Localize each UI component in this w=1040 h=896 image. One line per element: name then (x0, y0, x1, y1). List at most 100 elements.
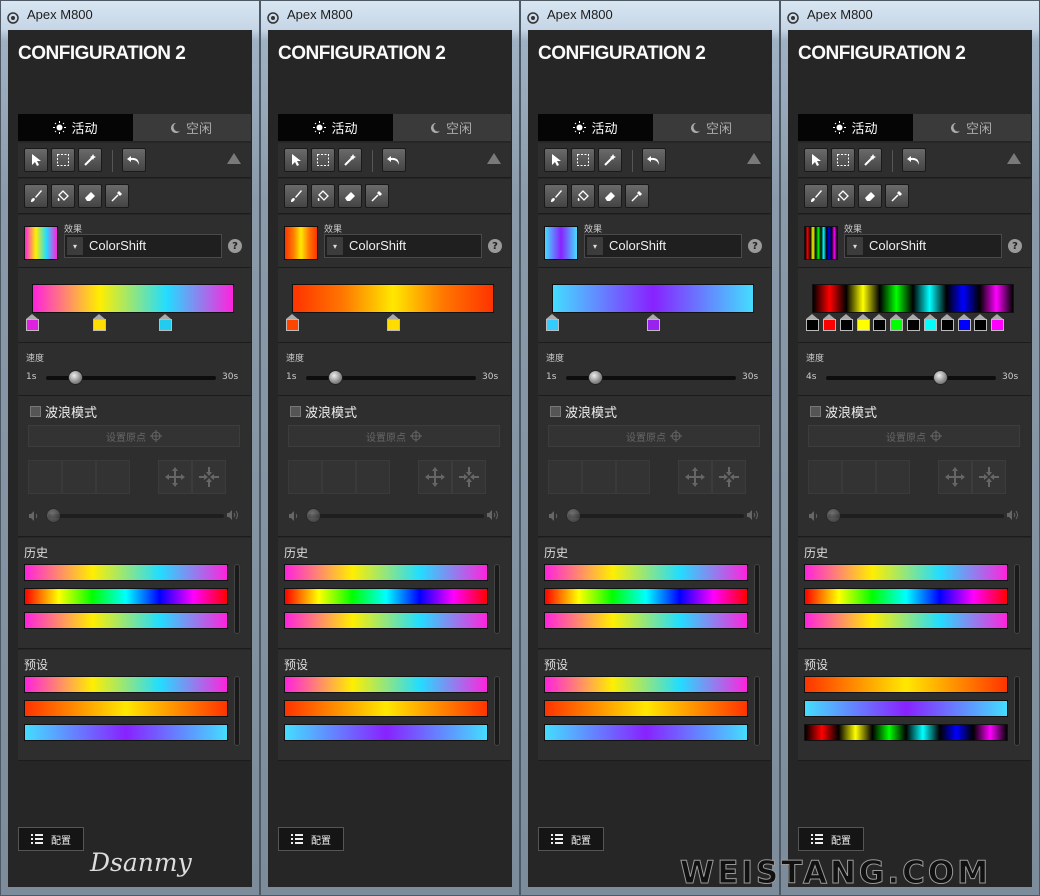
gradient-stop[interactable] (974, 314, 988, 331)
fill-bucket-button[interactable] (831, 184, 855, 208)
gradient-stop[interactable] (839, 314, 853, 331)
brush-button[interactable] (804, 184, 828, 208)
wave-speed-slider-knob[interactable] (46, 508, 61, 523)
set-origin-button[interactable]: 设置原点 (288, 425, 500, 447)
collapse-triangle-icon[interactable] (227, 153, 241, 164)
config-button[interactable]: 配置 (538, 827, 604, 851)
wave-direction-box[interactable] (582, 460, 616, 494)
presets-scrollbar[interactable] (234, 676, 240, 746)
effect-thumbnail[interactable] (284, 226, 318, 260)
preset-item[interactable] (24, 676, 228, 693)
gradient-bar[interactable] (292, 284, 494, 313)
history-item[interactable] (24, 564, 228, 581)
history-item[interactable] (544, 564, 748, 581)
collapse-triangle-icon[interactable] (747, 153, 761, 164)
eyedropper-button[interactable] (105, 184, 129, 208)
undo-button[interactable] (642, 148, 666, 172)
wave-direction-box[interactable] (288, 460, 322, 494)
effect-select[interactable]: ▾ ColorShift (324, 234, 482, 258)
effect-thumbnail[interactable] (544, 226, 578, 260)
gradient-stop[interactable] (159, 314, 173, 331)
wave-direction-box[interactable] (28, 460, 62, 494)
wave-direction-box[interactable] (616, 460, 650, 494)
expand-button[interactable] (418, 460, 452, 494)
tab-active[interactable]: 活动 (798, 114, 913, 141)
config-button[interactable]: 配置 (278, 827, 344, 851)
preset-item[interactable] (24, 700, 228, 717)
speed-slider-knob[interactable] (67, 370, 83, 385)
speed-slider-knob[interactable] (932, 370, 948, 385)
gradient-stop[interactable] (907, 314, 920, 331)
brush-button[interactable] (284, 184, 308, 208)
presets-scrollbar[interactable] (494, 676, 500, 746)
history-scrollbar[interactable] (494, 564, 500, 634)
history-item[interactable] (284, 588, 488, 605)
speed-slider-knob[interactable] (327, 370, 343, 385)
effect-select[interactable]: ▾ ColorShift (64, 234, 222, 258)
wave-speed-slider-knob[interactable] (826, 508, 841, 523)
history-item[interactable] (284, 612, 488, 629)
preset-item[interactable] (284, 676, 488, 693)
preset-item[interactable] (804, 700, 1008, 717)
fill-bucket-button[interactable] (571, 184, 595, 208)
set-origin-button[interactable]: 设置原点 (28, 425, 240, 447)
preset-item[interactable] (804, 676, 1008, 693)
help-icon[interactable]: ? (1008, 239, 1022, 253)
contract-button[interactable] (192, 460, 226, 494)
history-item[interactable] (804, 588, 1008, 605)
collapse-triangle-icon[interactable] (1007, 153, 1021, 164)
pointer-button[interactable] (804, 148, 828, 172)
expand-button[interactable] (678, 460, 712, 494)
brush-button[interactable] (24, 184, 48, 208)
marquee-select-button[interactable] (571, 148, 595, 172)
expand-button[interactable] (938, 460, 972, 494)
preset-item[interactable] (284, 724, 488, 741)
set-origin-button[interactable]: 设置原点 (808, 425, 1020, 447)
fill-bucket-button[interactable] (311, 184, 335, 208)
presets-scrollbar[interactable] (1014, 676, 1020, 746)
history-item[interactable] (284, 564, 488, 581)
wave-mode-checkbox[interactable] (810, 406, 821, 417)
undo-button[interactable] (122, 148, 146, 172)
collapse-triangle-icon[interactable] (487, 153, 501, 164)
wave-direction-box[interactable] (842, 460, 876, 494)
contract-button[interactable] (452, 460, 486, 494)
wave-direction-box[interactable] (808, 460, 842, 494)
magic-wand-button[interactable] (598, 148, 622, 172)
effect-select[interactable]: ▾ ColorShift (844, 234, 1002, 258)
undo-button[interactable] (902, 148, 926, 172)
tab-idle[interactable]: 空闲 (393, 114, 508, 141)
help-icon[interactable]: ? (748, 239, 762, 253)
wave-speed-slider-track[interactable] (48, 514, 224, 518)
magic-wand-button[interactable] (858, 148, 882, 172)
pointer-button[interactable] (544, 148, 568, 172)
gradient-stop[interactable] (26, 314, 39, 331)
tab-active[interactable]: 活动 (538, 114, 653, 141)
tab-idle[interactable]: 空闲 (913, 114, 1028, 141)
gradient-stop[interactable] (957, 314, 971, 331)
gradient-bar[interactable] (32, 284, 234, 313)
preset-item[interactable] (284, 700, 488, 717)
history-item[interactable] (544, 588, 748, 605)
pointer-button[interactable] (284, 148, 308, 172)
tab-idle[interactable]: 空闲 (653, 114, 768, 141)
preset-item[interactable] (804, 724, 1008, 741)
history-scrollbar[interactable] (234, 564, 240, 634)
wave-mode-checkbox[interactable] (30, 406, 41, 417)
fill-bucket-button[interactable] (51, 184, 75, 208)
eraser-button[interactable] (598, 184, 622, 208)
contract-button[interactable] (972, 460, 1006, 494)
gradient-stop[interactable] (387, 314, 400, 331)
undo-button[interactable] (382, 148, 406, 172)
magic-wand-button[interactable] (78, 148, 102, 172)
wave-direction-box[interactable] (876, 460, 910, 494)
magic-wand-button[interactable] (338, 148, 362, 172)
gradient-stop[interactable] (806, 314, 819, 331)
marquee-select-button[interactable] (311, 148, 335, 172)
config-button[interactable]: 配置 (18, 827, 84, 851)
tab-active[interactable]: 活动 (278, 114, 393, 141)
effect-thumbnail[interactable] (804, 226, 838, 260)
wave-direction-box[interactable] (356, 460, 390, 494)
history-item[interactable] (804, 612, 1008, 629)
wave-direction-box[interactable] (322, 460, 356, 494)
